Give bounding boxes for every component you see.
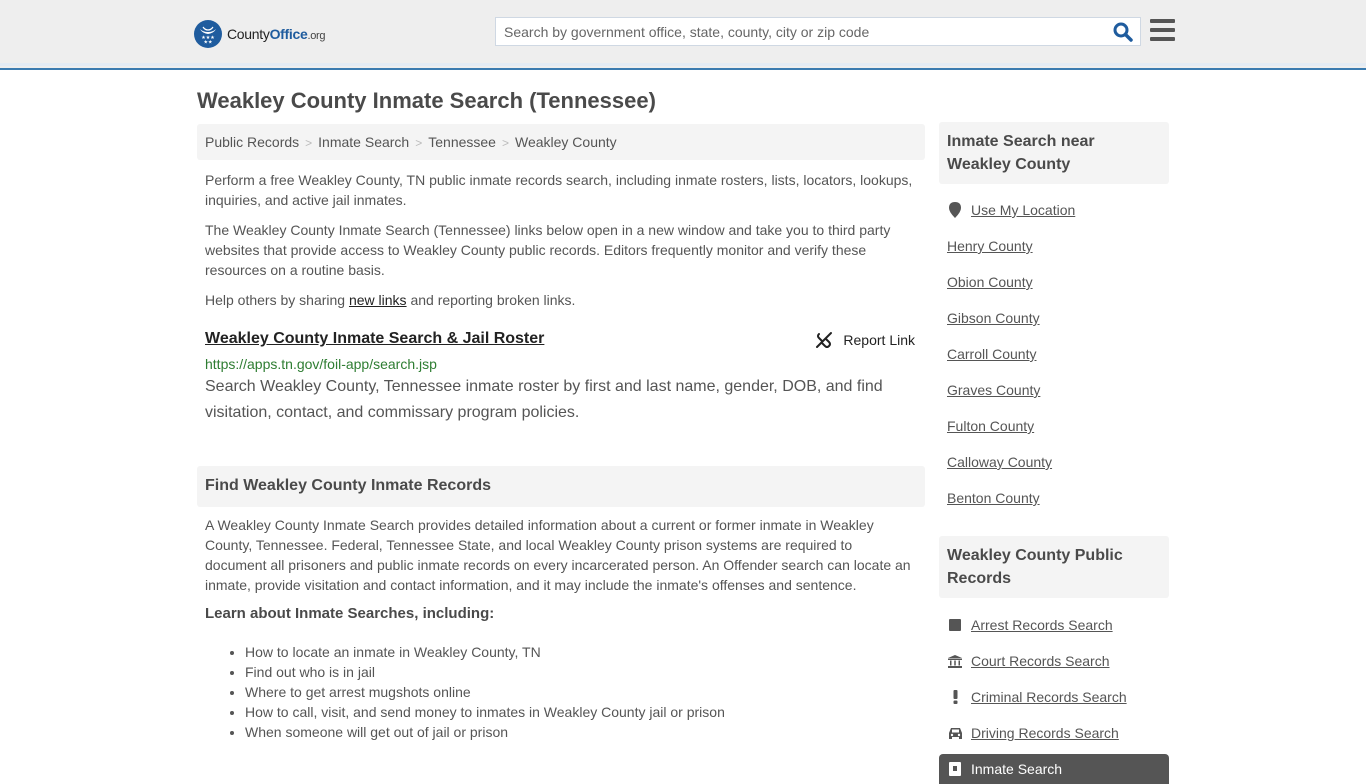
sidebar-item-gibson-county[interactable]: Gibson County [947,300,1161,336]
breadcrumb-public-records[interactable]: Public Records [205,134,299,150]
page-title: Weakley County Inmate Search (Tennessee) [197,88,656,113]
jail-door-icon [947,762,963,776]
top-bar: ★★★ ★★ CountyOffice.org [0,0,1366,70]
learn-heading: Learn about Inmate Searches, including: [205,605,495,622]
intro-paragraph-3: Help others by sharing new links and rep… [205,292,576,308]
list-item: When someone will get out of jail or pri… [245,722,925,742]
find-records-section: A Weakley County Inmate Search provides … [197,515,925,742]
eagle-logo-icon: ★★★ ★★ [194,20,222,48]
breadcrumb-tennessee[interactable]: Tennessee [428,134,496,150]
find-records-heading: Find Weakley County Inmate Records [197,466,925,507]
sidebar-item-obion-county[interactable]: Obion County [947,264,1161,300]
sidebar-item-inmate-search-active[interactable]: Inmate Search [939,754,1169,784]
intro-paragraph-2: The Weakley County Inmate Search (Tennes… [205,222,891,278]
hamburger-menu-icon[interactable] [1150,19,1175,42]
sidebar-item-henry-county[interactable]: Henry County [947,228,1161,264]
sidebar-item-calloway-county[interactable]: Calloway County [947,444,1161,480]
sidebar-item-criminal-records[interactable]: Criminal Records Search [947,679,1161,715]
list-item: Find out who is in jail [245,662,925,682]
breadcrumb-separator: > [305,136,313,150]
new-links-link[interactable]: new links [349,292,407,308]
sidebar-item-fulton-county[interactable]: Fulton County [947,408,1161,444]
sidebar-item-benton-county[interactable]: Benton County [947,480,1161,516]
result-title-link[interactable]: Weakley County Inmate Search & Jail Rost… [205,330,544,347]
breadcrumb-separator: > [501,136,509,150]
logo-text: CountyOffice.org [227,26,326,42]
sidebar-public-records: Weakley County Public Records Arrest Rec… [939,536,1169,784]
use-my-location-link[interactable]: Use My Location [971,202,1075,218]
sidebar-item-carroll-county[interactable]: Carroll County [947,336,1161,372]
logo[interactable]: ★★★ ★★ CountyOffice.org [194,20,326,48]
map-pin-icon [947,202,963,218]
sidebar-item-court-records[interactable]: Court Records Search [947,643,1161,679]
use-my-location-item[interactable]: Use My Location [947,192,1161,228]
breadcrumb-weakley-county[interactable]: Weakley County [515,134,617,150]
list-item: How to call, visit, and send money to in… [245,702,925,722]
breadcrumb-inmate-search[interactable]: Inmate Search [318,134,409,150]
car-icon [947,727,963,739]
sidebar-item-driving-records[interactable]: Driving Records Search [947,715,1161,751]
square-icon [947,619,963,631]
list-item: How to locate an inmate in Weakley Count… [245,642,925,662]
search-box [495,17,1141,46]
intro-paragraph-1: Perform a free Weakley County, TN public… [205,172,913,208]
nearby-list: Use My Location Henry County Obion Count… [939,192,1169,516]
breadcrumb: Public Records > Inmate Search > Tennessee > W… [197,124,925,160]
sidebar-nearby: Inmate Search near Weakley County Use My… [939,122,1169,516]
result-description: Search Weakley County, Tennessee inmate … [205,378,883,421]
broken-link-icon [816,332,833,348]
breadcrumb-separator: > [415,136,423,150]
records-list: Arrest Records Search Court Records Sear… [939,607,1169,751]
svg-text:★★: ★★ [204,40,213,46]
sidebar-nearby-heading: Inmate Search near Weakley County [939,122,1169,184]
list-item: Where to get arrest mugshots online [245,682,925,702]
sidebar-records-heading: Weakley County Public Records [939,536,1169,598]
search-icon[interactable] [1112,21,1134,43]
report-link-button[interactable]: Report Link [815,331,915,349]
sidebar-item-arrest-records[interactable]: Arrest Records Search [947,607,1161,643]
main-content: Perform a free Weakley County, TN public… [197,170,925,426]
sidebar-item-graves-county[interactable]: Graves County [947,372,1161,408]
courthouse-icon [947,654,963,668]
search-input[interactable] [496,18,1096,45]
learn-list: How to locate an inmate in Weakley Count… [197,642,925,742]
find-records-body: A Weakley County Inmate Search provides … [205,517,911,593]
exclamation-icon [947,690,963,704]
result-url: https://apps.tn.gov/foil-app/search.jsp [205,356,437,372]
result-item: Weakley County Inmate Search & Jail Rost… [197,330,925,426]
